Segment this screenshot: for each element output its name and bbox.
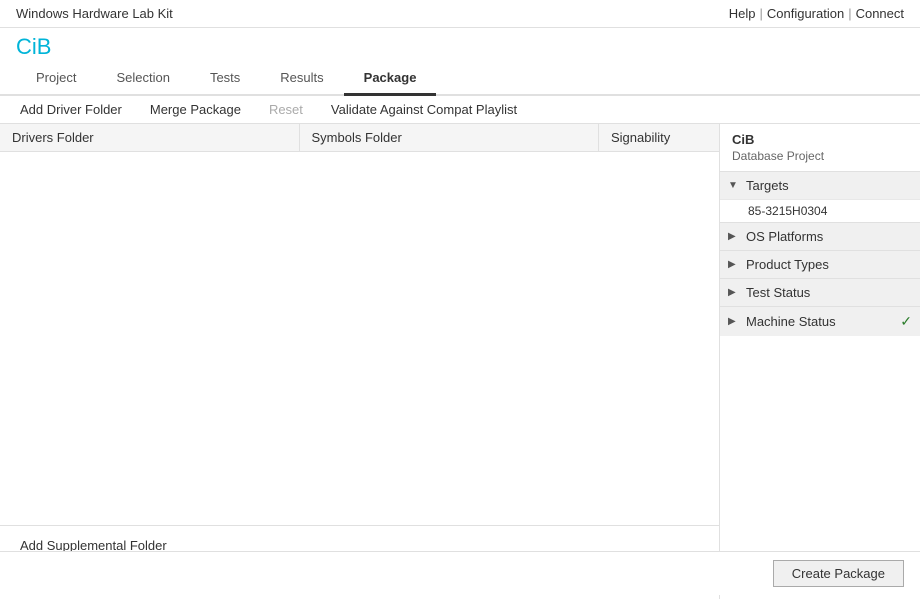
validate-button[interactable]: Validate Against Compat Playlist (327, 100, 521, 119)
product-types-label: Product Types (746, 257, 829, 272)
add-driver-folder-button[interactable]: Add Driver Folder (16, 100, 126, 119)
tab-project[interactable]: Project (16, 62, 96, 96)
toolbar: Add Driver Folder Merge Package Reset Va… (0, 96, 920, 124)
sidebar-section-machine-status: ▶ Machine Status ✓ (720, 306, 920, 336)
test-status-label: Test Status (746, 285, 810, 300)
targets-label: Targets (746, 178, 789, 193)
content-area: Drivers Folder Symbols Folder Signabilit… (0, 124, 720, 599)
sidebar-target-item[interactable]: 85-3215H0304 (720, 199, 920, 222)
sidebar-project-type: Database Project (720, 149, 920, 171)
app-short-title: CiB (0, 28, 920, 62)
machine-status-chevron-icon: ▶ (728, 316, 740, 327)
tab-results[interactable]: Results (260, 62, 343, 96)
sidebar-project-name: CiB (720, 124, 920, 149)
col-signability: Signability (599, 124, 719, 151)
sidebar-product-types-header[interactable]: ▶ Product Types (720, 251, 920, 278)
configuration-link[interactable]: Configuration (767, 6, 844, 21)
main-layout: Drivers Folder Symbols Folder Signabilit… (0, 124, 920, 599)
help-link[interactable]: Help (729, 6, 756, 21)
sidebar-test-status-header[interactable]: ▶ Test Status (720, 279, 920, 306)
sidebar-section-test-status: ▶ Test Status (720, 278, 920, 306)
sidebar-machine-status-header[interactable]: ▶ Machine Status ✓ (720, 307, 920, 336)
empty-table-body (0, 152, 719, 525)
tab-tests[interactable]: Tests (190, 62, 260, 96)
bottom-bar: Create Package (0, 551, 920, 595)
reset-button[interactable]: Reset (265, 100, 307, 119)
product-types-chevron-icon: ▶ (728, 259, 740, 270)
machine-status-label: Machine Status (746, 314, 836, 329)
targets-chevron-icon: ▼ (728, 180, 740, 191)
col-symbols-folder: Symbols Folder (300, 124, 600, 151)
col-drivers-folder: Drivers Folder (0, 124, 300, 151)
table-header: Drivers Folder Symbols Folder Signabilit… (0, 124, 719, 152)
nav-tabs: Project Selection Tests Results Package (0, 62, 920, 96)
merge-package-button[interactable]: Merge Package (146, 100, 245, 119)
test-status-chevron-icon: ▶ (728, 287, 740, 298)
os-platforms-chevron-icon: ▶ (728, 231, 740, 242)
connect-link[interactable]: Connect (856, 6, 904, 21)
sidebar-targets-header[interactable]: ▼ Targets (720, 172, 920, 199)
separator-2: | (848, 6, 851, 21)
sidebar-os-platforms-header[interactable]: ▶ OS Platforms (720, 223, 920, 250)
sidebar-section-product-types: ▶ Product Types (720, 250, 920, 278)
app-title-header: Windows Hardware Lab Kit (16, 6, 173, 21)
separator-1: | (759, 6, 762, 21)
tab-selection[interactable]: Selection (96, 62, 189, 96)
sidebar-section-targets: ▼ Targets 85-3215H0304 (720, 171, 920, 222)
machine-status-check-icon: ✓ (900, 313, 912, 330)
create-package-button[interactable]: Create Package (773, 560, 904, 587)
sidebar: CiB Database Project ▼ Targets 85-3215H0… (720, 124, 920, 599)
os-platforms-label: OS Platforms (746, 229, 823, 244)
sidebar-section-os-platforms: ▶ OS Platforms (720, 222, 920, 250)
tab-package[interactable]: Package (344, 62, 437, 96)
